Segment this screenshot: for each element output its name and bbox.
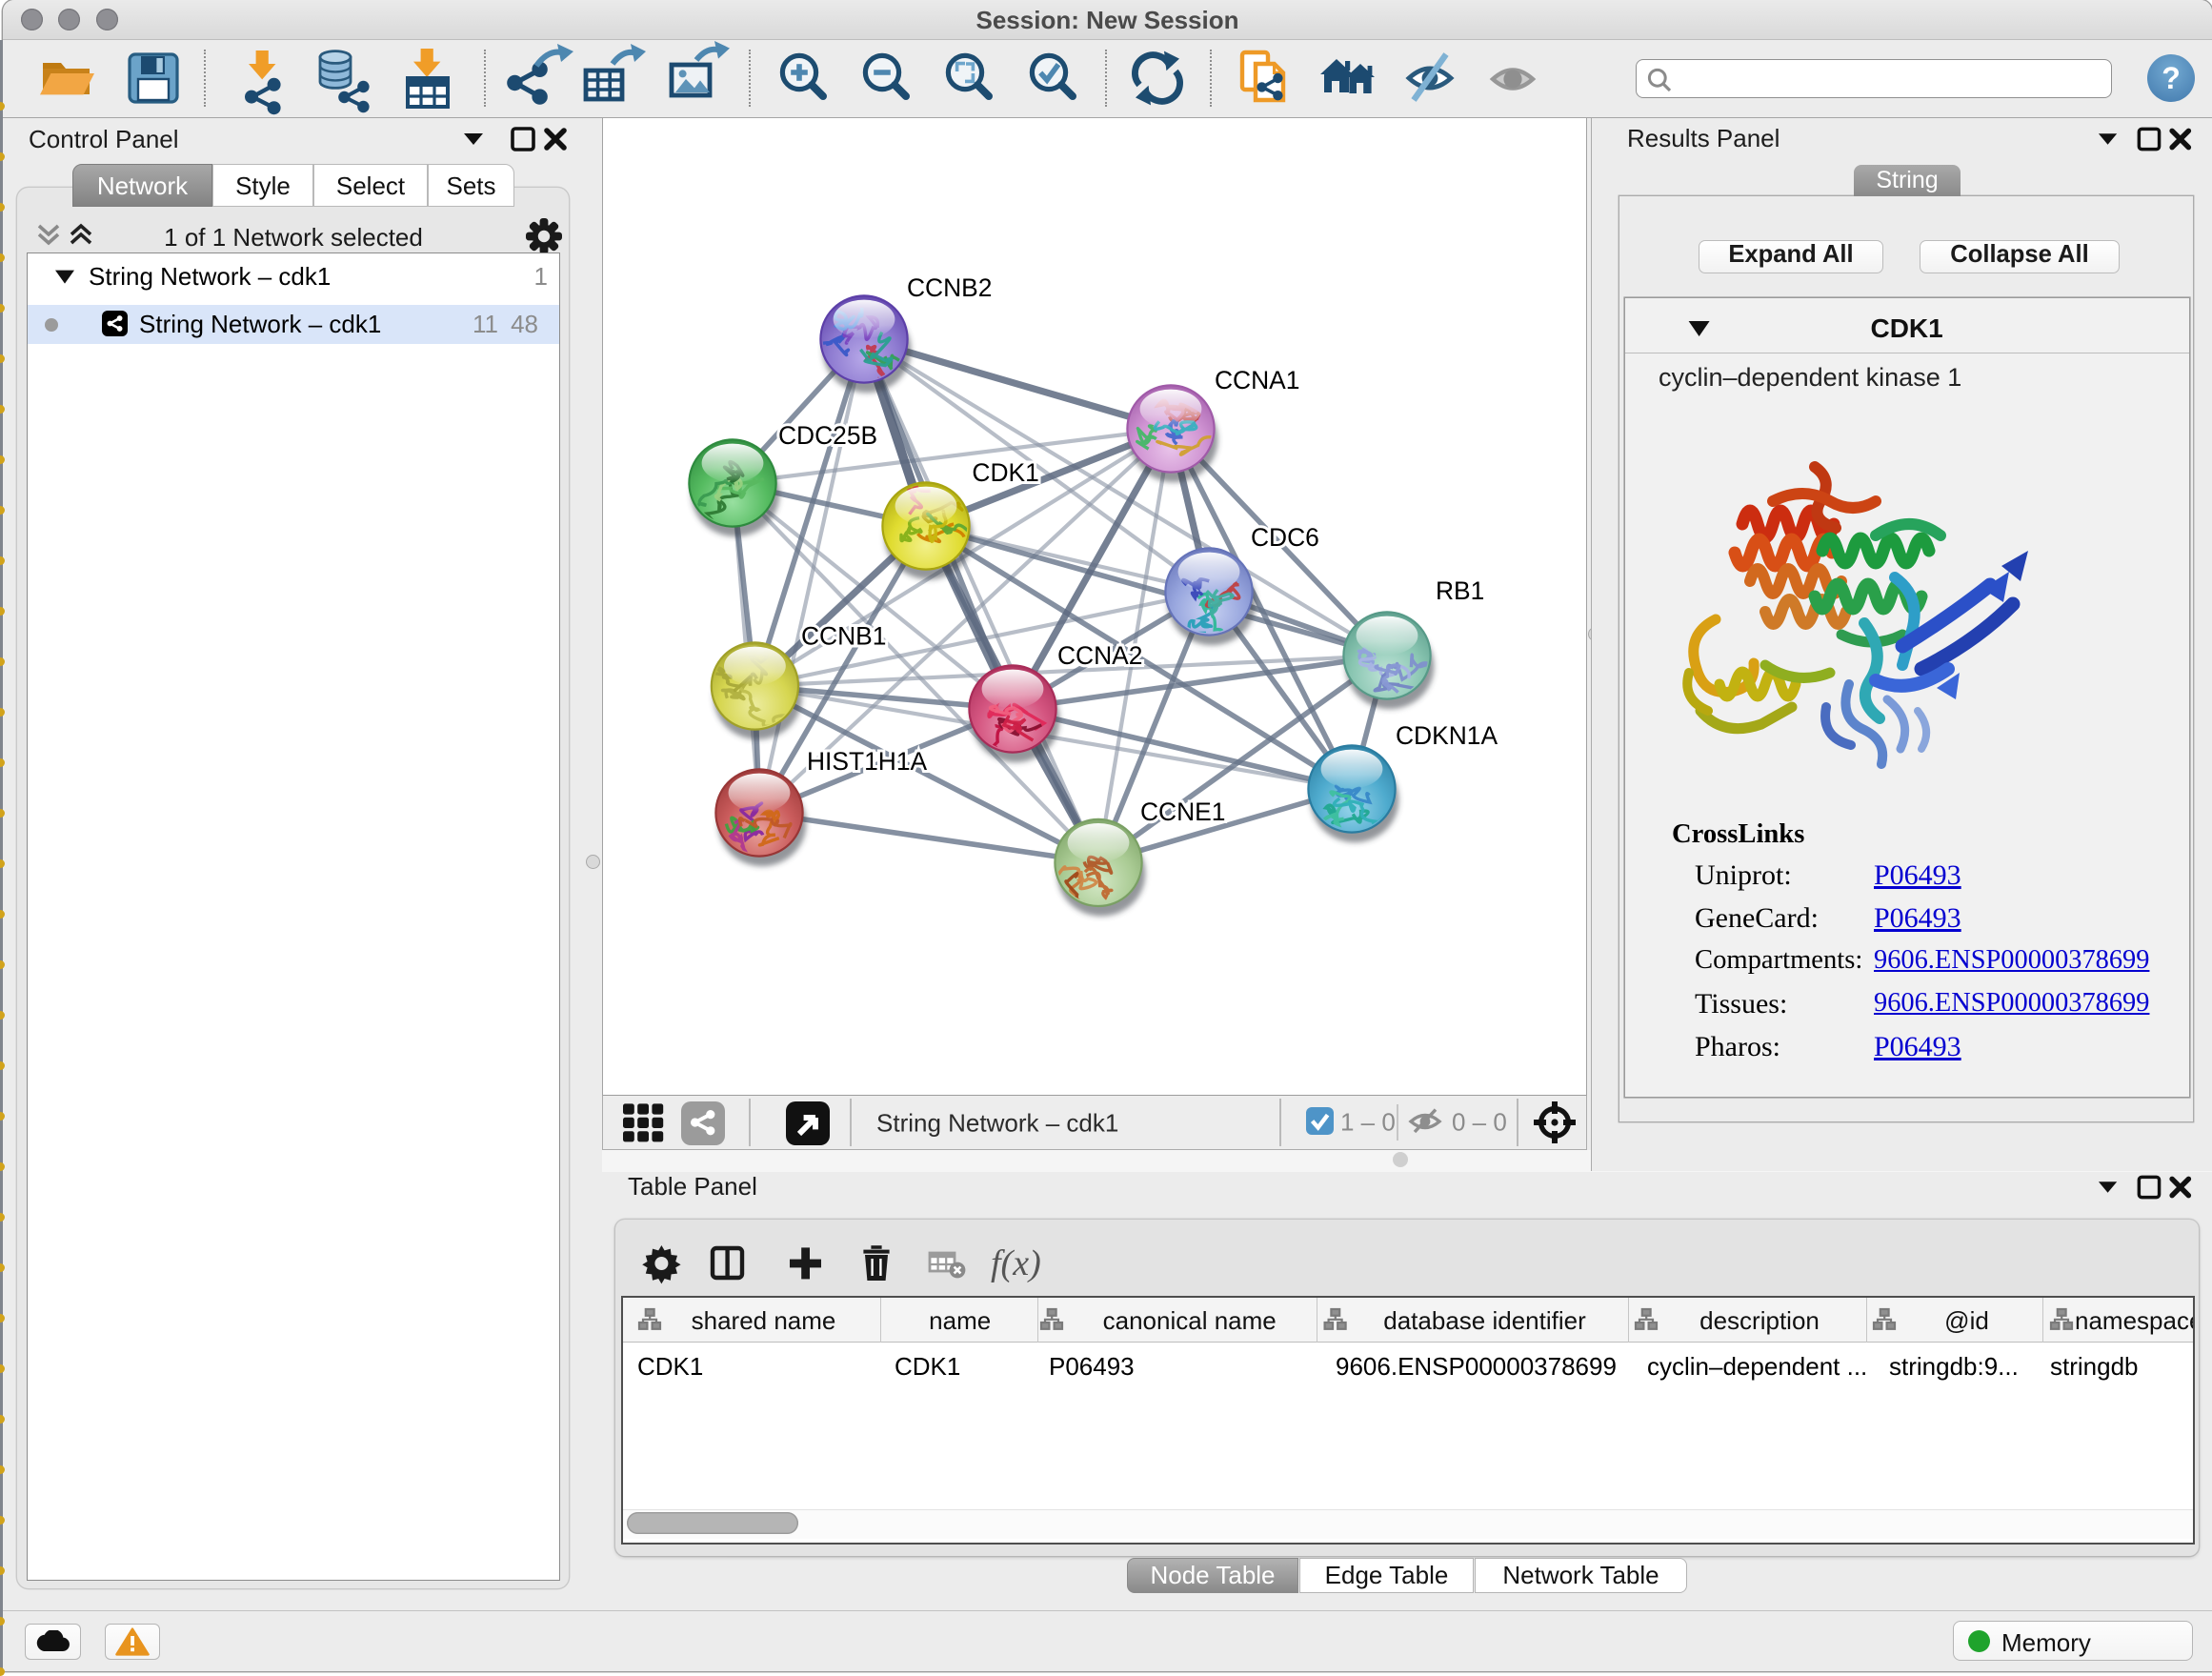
svg-text:f(x): f(x) <box>991 1243 1041 1283</box>
svg-text:CCNB1: CCNB1 <box>801 621 886 650</box>
svg-text:CDK1: CDK1 <box>972 458 1038 487</box>
svg-text:CDKN1A: CDKN1A <box>1396 721 1498 750</box>
svg-text:CDC25B: CDC25B <box>778 421 877 450</box>
svg-text:0 – 0: 0 – 0 <box>1452 1107 1507 1136</box>
svg-text:CCNA2: CCNA2 <box>1057 641 1142 670</box>
svg-text:HIST1H1A: HIST1H1A <box>807 747 928 776</box>
svg-text:CDC6: CDC6 <box>1251 523 1319 552</box>
svg-text:CCNE1: CCNE1 <box>1140 798 1225 826</box>
svg-text:RB1: RB1 <box>1436 576 1484 605</box>
svg-text:String Network – cdk1: String Network – cdk1 <box>876 1108 1118 1137</box>
svg-text:1 – 0: 1 – 0 <box>1340 1107 1396 1136</box>
svg-text:CCNB2: CCNB2 <box>907 273 992 302</box>
svg-text:CCNA1: CCNA1 <box>1215 366 1299 394</box>
